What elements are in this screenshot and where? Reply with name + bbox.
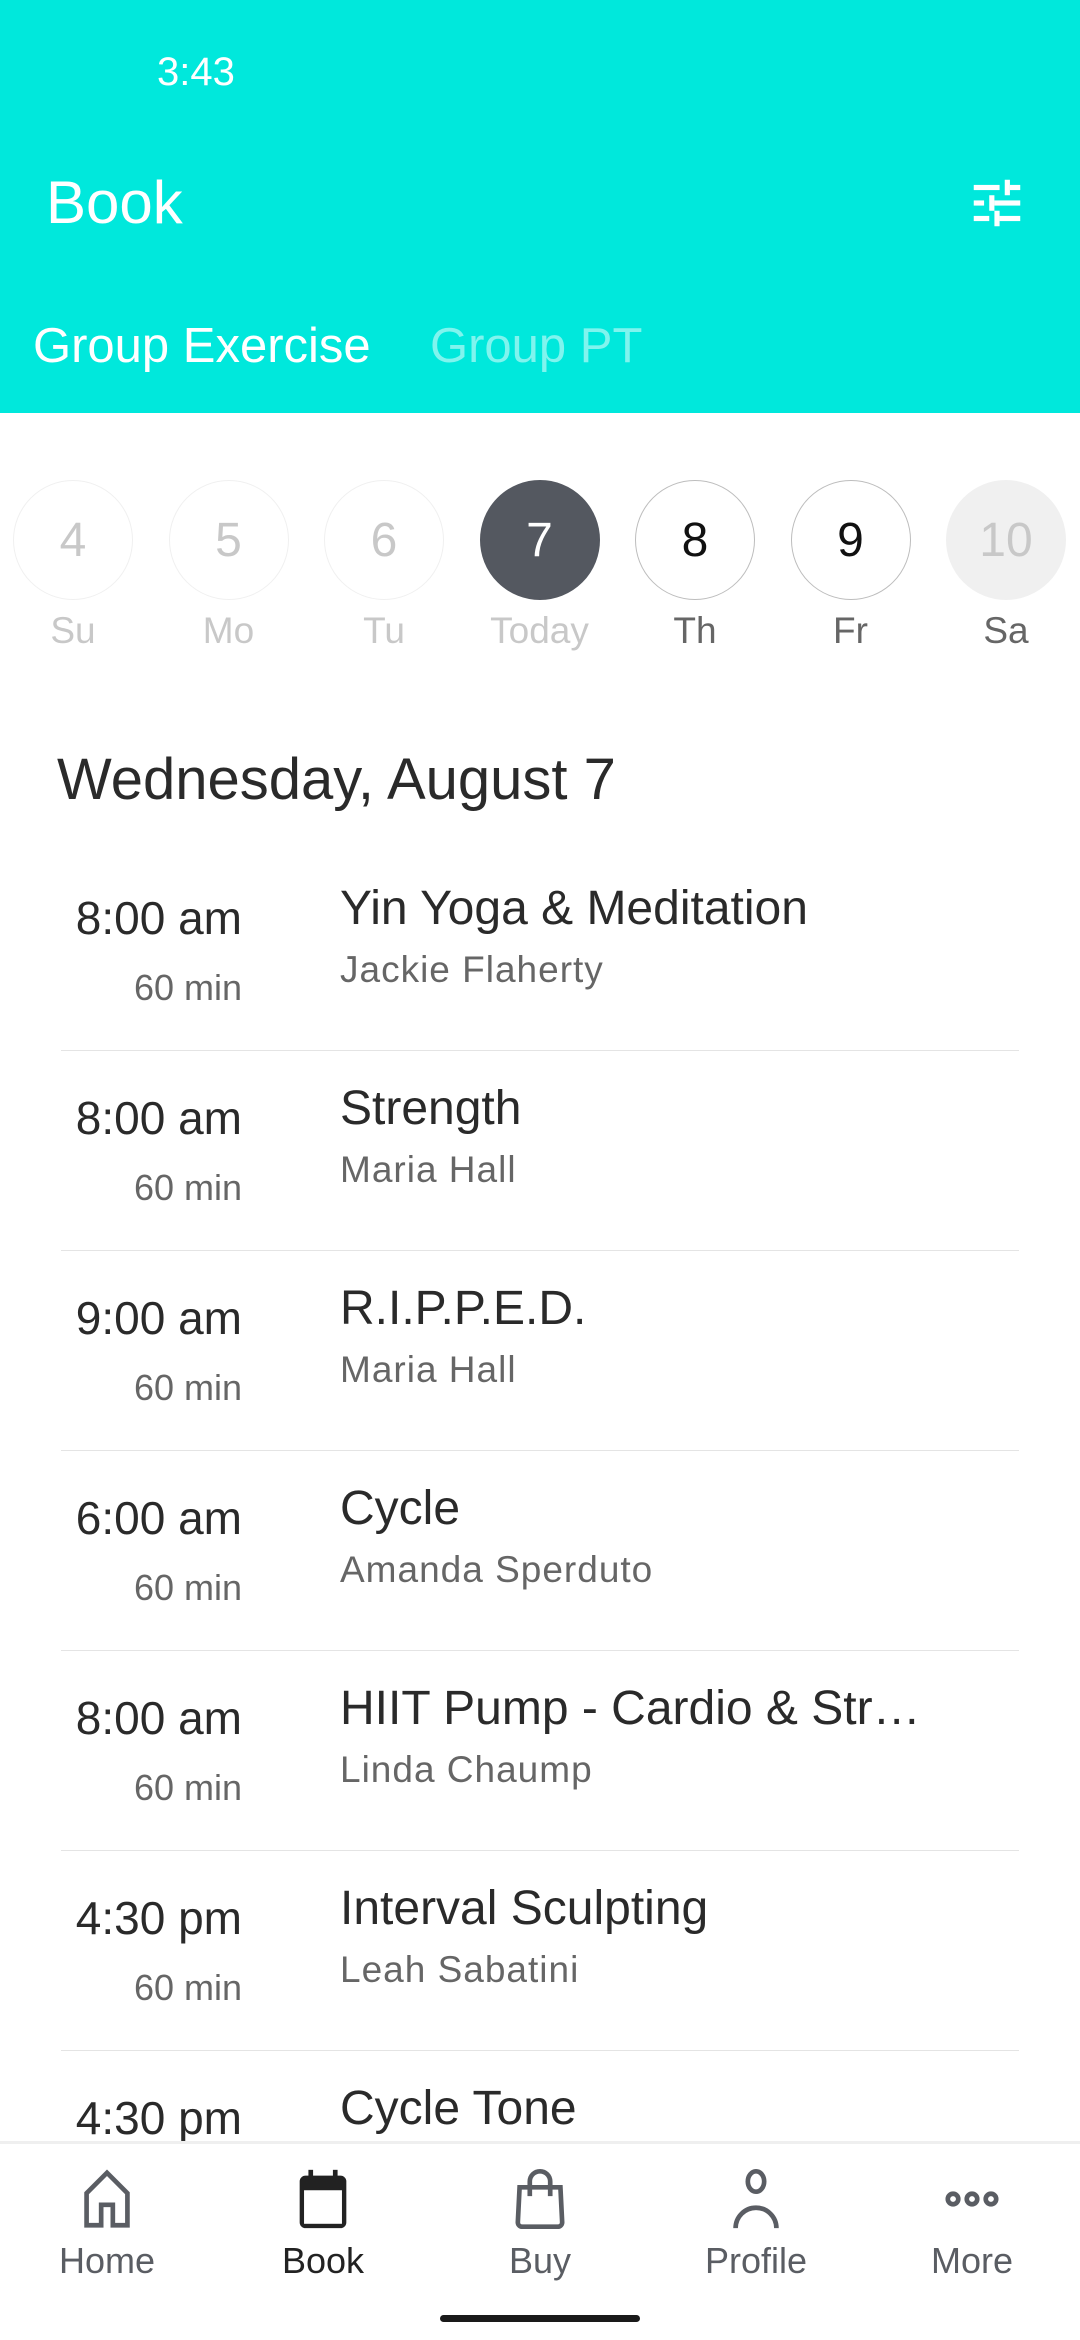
nav-label: More [930,2240,1014,2281]
day-label: Mo [202,610,255,651]
tab-group-exercise[interactable]: Group Exercise [33,318,371,374]
nav-label: Profile [704,2240,808,2281]
day-number: 10 [946,480,1066,600]
day-fr[interactable]: 9 Fr [790,480,911,652]
nav-profile[interactable]: Profile [656,2164,856,2282]
sliders-icon[interactable] [966,172,1028,234]
day-label: Today [490,610,589,651]
class-duration: 60 min [133,1167,242,1208]
class-duration: 60 min [133,1767,242,1808]
class-duration: 60 min [133,1367,242,1408]
class-duration: 60 min [133,1967,242,2008]
home-icon [84,2169,130,2228]
class-time: 4:30 pm [75,1892,242,1944]
day-today[interactable]: 7 Today [479,480,600,652]
class-row[interactable]: 4:30 pm 60 min Interval Sculpting Leah Saba… [61,1851,1019,2051]
more-dots-icon [945,2191,999,2207]
class-list: 8:00 am 60 min Yin Yoga & Meditation Jackie… [0,851,1080,2251]
class-name: Cycle Tone [340,2082,577,2135]
day-label: Fr [833,610,868,651]
page-title: Book [46,169,183,236]
class-time: 8:00 am [75,1692,242,1744]
day-label: Sa [983,610,1029,651]
nav-label: Home [58,2240,156,2281]
calendar-icon [299,2169,347,2229]
nav-book[interactable]: Book [223,2164,423,2282]
class-time: 9:00 am [75,1292,242,1344]
date-heading: Wednesday, August 7 [57,747,616,812]
class-name: Strength [340,1082,522,1135]
day-label: Tu [363,610,405,651]
day-number: 4 [13,480,133,600]
class-instructor: Maria Hall [340,1349,517,1390]
class-row[interactable]: 8:00 am 60 min HIIT Pump - Cardio & Str… Li… [61,1651,1019,1851]
class-name: Yin Yoga & Meditation [340,882,808,935]
class-row[interactable]: 6:00 am 60 min Cycle Amanda Sperduto [61,1451,1019,1651]
bottom-nav: Home Book Buy Profile More [0,2141,1080,2340]
nav-buy[interactable]: Buy [440,2164,640,2282]
shopping-bag-icon [515,2169,565,2230]
day-number: 5 [168,480,289,600]
class-instructor: Amanda Sperduto [340,1549,654,1590]
app-header: 3:43 Book Group Exercise Group PT [0,0,1080,413]
day-th[interactable]: 8 Th [635,480,755,652]
day-tu[interactable]: 6 Tu [324,480,444,652]
class-row[interactable]: 8:00 am 60 min Strength Maria Hall [61,1051,1019,1251]
nav-label: Buy [508,2240,572,2281]
day-number: 6 [324,480,444,600]
class-name: HIIT Pump - Cardio & Str… [340,1682,921,1735]
class-row[interactable]: 8:00 am 60 min Yin Yoga & Meditation Jackie… [61,851,1019,1051]
class-name: Interval Sculpting [340,1882,709,1935]
day-number: 9 [790,480,911,600]
nav-more[interactable]: More [872,2164,1072,2282]
class-name: R.I.P.P.E.D. [340,1282,587,1335]
nav-home[interactable]: Home [7,2164,207,2282]
class-time: 4:30 pm [75,2092,242,2144]
class-duration: 60 min [133,967,242,1008]
day-sa[interactable]: 10 Sa [946,480,1066,652]
nav-label: Book [281,2240,365,2281]
person-icon [733,2168,779,2229]
home-indicator[interactable] [440,2315,640,2322]
class-row[interactable]: 9:00 am 60 min R.I.P.P.E.D. Maria Hall [61,1251,1019,1451]
class-time: 8:00 am [75,892,242,944]
class-instructor: Leah Sabatini [340,1949,580,1990]
day-label: Th [673,610,717,651]
class-duration: 60 min [133,1567,242,1608]
day-number: 7 [479,480,600,600]
day-su[interactable]: 4 Su [13,480,133,652]
class-instructor: Jackie Flaherty [340,949,604,990]
class-instructor: Maria Hall [340,1149,517,1190]
class-instructor: Linda Chaump [340,1749,593,1790]
status-time: 3:43 [157,50,235,94]
tab-group-pt[interactable]: Group PT [430,318,642,374]
class-time: 8:00 am [75,1092,242,1144]
class-time: 6:00 am [75,1492,242,1544]
day-number: 8 [635,480,755,600]
class-name: Cycle [340,1482,461,1535]
day-mo[interactable]: 5 Mo [168,480,289,652]
